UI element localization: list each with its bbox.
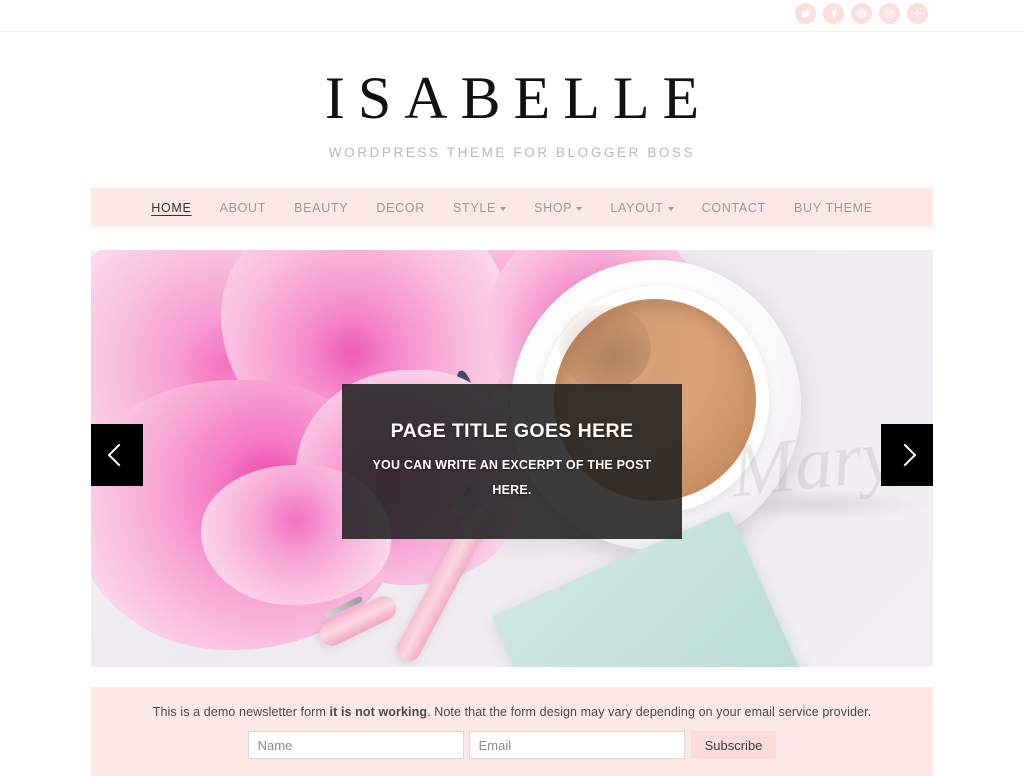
plus-icon[interactable] [907,3,928,24]
nav-item-label: CONTACT [701,200,766,215]
hero-caption-excerpt: YOU CAN WRITE AN EXCERPT OF THE POST HER… [372,458,652,497]
email-input[interactable] [468,731,685,759]
top-social-bar [0,0,1024,32]
nav-item-buy-theme[interactable]: BUY THEME [780,201,887,215]
hero-caption: PAGE TITLE GOES HERE YOU CAN WRITE AN EX… [342,384,682,539]
nav-item-home[interactable]: HOME [137,201,205,215]
nav-item-decor[interactable]: DECOR [362,201,439,215]
nav-item-layout[interactable]: LAYOUT [596,201,687,215]
newsletter-section: This is a demo newsletter form it is not… [91,687,933,776]
slider-prev-button[interactable] [91,424,143,486]
hero-caption-title: PAGE TITLE GOES HERE [390,420,634,442]
nav-item-style[interactable]: STYLE [439,201,520,215]
chevron-down-icon [576,206,583,211]
newsletter-form: Subscribe [91,731,933,759]
coffee-crema [559,305,651,390]
nav-item-label: BUY THEME [794,200,873,215]
nav-item-contact[interactable]: CONTACT [688,201,780,215]
newsletter-note-emphasis: it is not working [329,705,428,719]
chevron-right-icon [893,443,917,467]
nav-item-label: HOME [151,200,192,215]
masthead: ISABELLE WORDPRESS THEME FOR BLOGGER BOS… [0,32,1024,160]
main-navigation: HOME ABOUT BEAUTY DECOR STYLE SHOP LAYOUT CONTA… [91,188,933,227]
name-input[interactable] [247,731,464,759]
nav-item-beauty[interactable]: BEAUTY [280,201,362,215]
nav-item-label: ABOUT [219,200,267,215]
nav-item-label: LAYOUT [610,200,664,215]
pinterest-icon[interactable] [851,3,872,24]
slider-next-button[interactable] [881,424,933,486]
nav-item-label: DECOR [376,200,425,215]
site-title[interactable]: ISABELLE [13,68,1024,128]
subscribe-button[interactable]: Subscribe [690,731,777,759]
instagram-icon[interactable] [879,3,900,24]
chevron-down-icon [500,206,507,211]
nav-item-shop[interactable]: SHOP [520,201,596,215]
hero-slider: Mary PAGE TITLE GOES HERE YOU CAN WRITE … [91,250,933,667]
site-tagline: WORDPRESS THEME FOR BLOGGER BOSS [328,145,696,160]
script-watermark: Mary [727,412,900,514]
nav-item-label: SHOP [534,200,573,215]
facebook-icon[interactable] [823,3,844,24]
nav-item-label: BEAUTY [294,200,349,215]
chevron-down-icon [667,206,674,211]
social-links [795,3,928,24]
newsletter-note: This is a demo newsletter form it is not… [152,705,872,719]
nav-item-about[interactable]: ABOUT [206,201,281,215]
chevron-left-icon [107,443,131,467]
twitter-icon[interactable] [795,3,816,24]
nav-item-label: STYLE [452,200,497,215]
